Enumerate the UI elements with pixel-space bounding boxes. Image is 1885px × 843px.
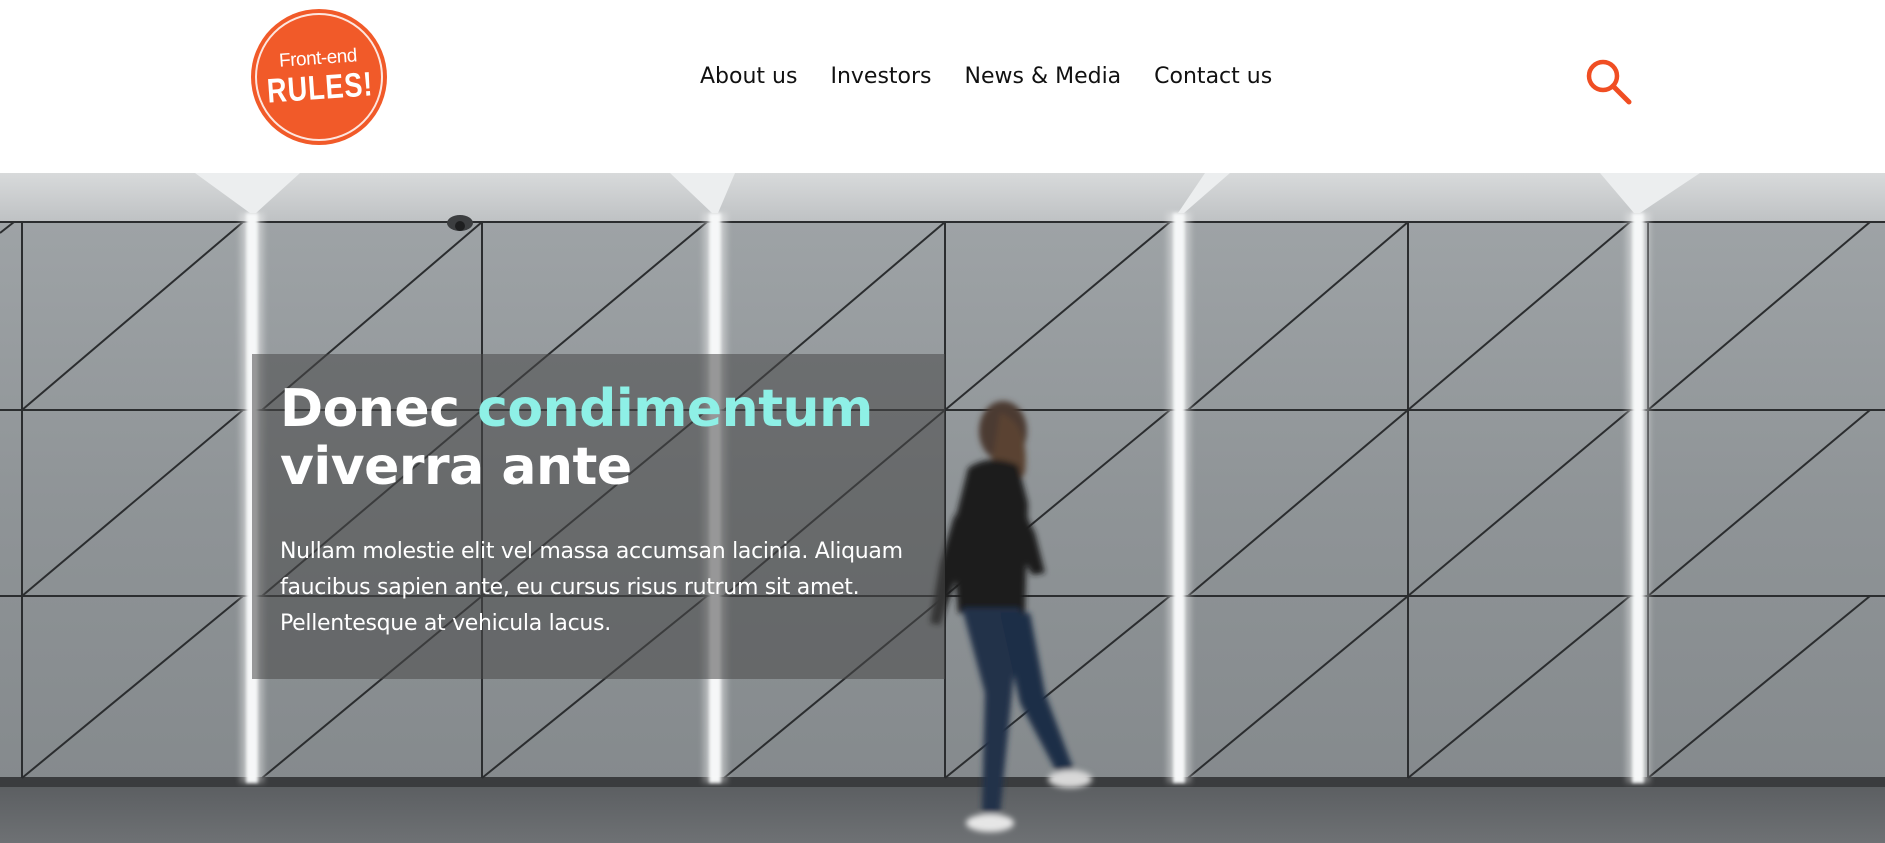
nav-link-investors[interactable]: Investors bbox=[830, 64, 931, 89]
hero-title-part-2: viverra ante bbox=[280, 437, 632, 497]
hero-text-card: Donec condimentum viverra ante Nullam mol… bbox=[252, 354, 945, 679]
hero-title-accent: condimentum bbox=[477, 379, 873, 439]
main-nav: About us Investors News & Media Contact … bbox=[700, 64, 1272, 89]
brand-logo[interactable]: Front-end RULES! bbox=[251, 9, 387, 145]
logo-text: Front-end RULES! bbox=[251, 44, 387, 111]
logo-line-2: RULES! bbox=[265, 65, 374, 111]
hero-description: Nullam molestie elit vel massa accumsan … bbox=[280, 539, 903, 636]
nav-link-news-media[interactable]: News & Media bbox=[965, 64, 1122, 89]
nav-link-contact-us[interactable]: Contact us bbox=[1154, 64, 1272, 89]
nav-link-about-us[interactable]: About us bbox=[700, 64, 797, 89]
search-button[interactable] bbox=[1584, 57, 1634, 107]
hero-banner: Donec condimentum viverra ante Nullam mol… bbox=[0, 173, 1885, 843]
site-header: Front-end RULES! About us Investors News… bbox=[0, 0, 1885, 173]
search-icon bbox=[1586, 59, 1632, 105]
hero-title-part-1: Donec bbox=[280, 379, 478, 439]
hero-title: Donec condimentum viverra ante bbox=[280, 380, 873, 496]
